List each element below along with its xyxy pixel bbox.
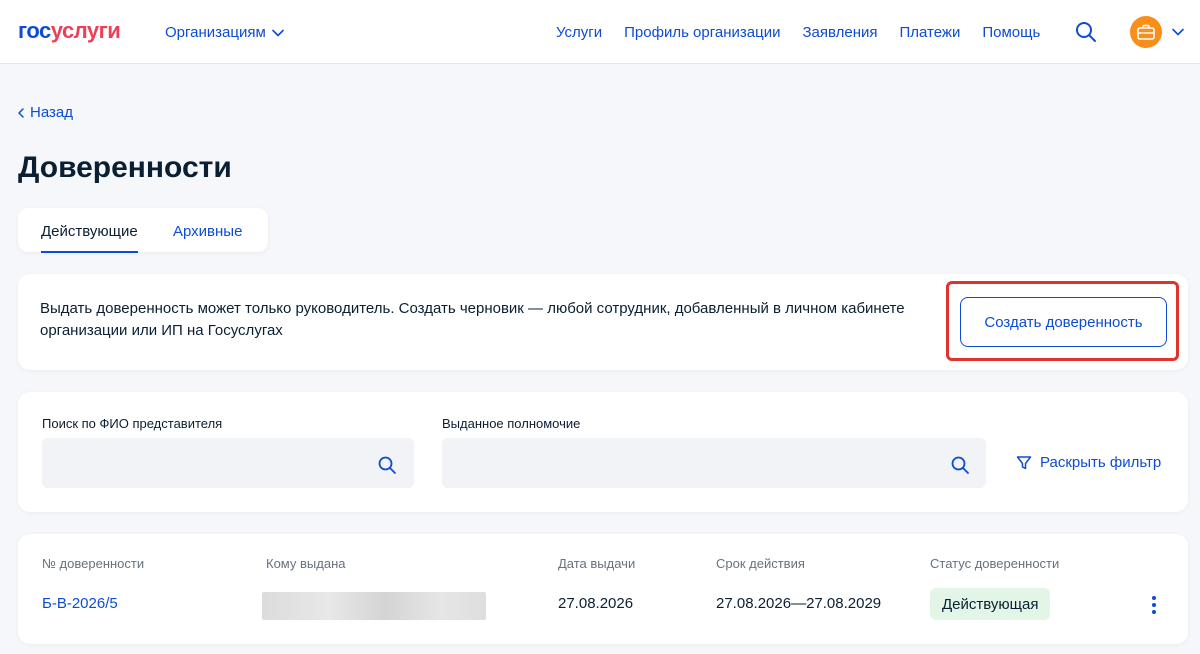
briefcase-icon bbox=[1137, 24, 1155, 40]
org-switch-dropdown[interactable]: Организациям bbox=[165, 24, 284, 41]
nav-services[interactable]: Услуги bbox=[556, 24, 602, 42]
row-issue-date: 27.08.2026 bbox=[558, 595, 634, 612]
nav-payments[interactable]: Платежи bbox=[900, 24, 961, 42]
authority-input[interactable] bbox=[442, 438, 986, 488]
filter-card: Поиск по ФИО представителя Выданное полн… bbox=[18, 392, 1188, 512]
search-icon[interactable] bbox=[1074, 20, 1098, 44]
name-search-label: Поиск по ФИО представителя bbox=[42, 416, 223, 431]
avatar[interactable] bbox=[1130, 16, 1162, 48]
column-header-status: Статус доверенности bbox=[930, 556, 1060, 571]
notice-text: Выдать доверенность может только руковод… bbox=[40, 300, 905, 339]
search-icon[interactable] bbox=[950, 455, 970, 475]
column-header-issued-to: Кому выдана bbox=[266, 556, 346, 571]
expand-filter-label: Раскрыть фильтр bbox=[1040, 454, 1162, 471]
name-search-input[interactable] bbox=[42, 438, 414, 488]
column-header-issue-date: Дата выдачи bbox=[558, 556, 636, 571]
top-bar: госуслуги Организациям Услуги Профиль ор… bbox=[0, 0, 1200, 64]
funnel-icon bbox=[1016, 455, 1032, 469]
column-header-validity: Срок действия bbox=[716, 556, 805, 571]
attorneys-table: № доверенности Кому выдана Дата выдачи С… bbox=[18, 534, 1188, 644]
row-validity: 27.08.2026—27.08.2029 bbox=[716, 595, 882, 612]
tab-archive[interactable]: Архивные bbox=[173, 223, 242, 240]
expand-filter-button[interactable]: Раскрыть фильтр bbox=[1016, 454, 1161, 471]
status-badge: Действующая bbox=[930, 588, 1051, 620]
page-title: Доверенности bbox=[18, 151, 232, 184]
back-label: Назад bbox=[30, 104, 73, 121]
authority-label: Выданное полномочие bbox=[442, 416, 581, 431]
search-icon[interactable] bbox=[377, 455, 397, 475]
kebab-menu-icon[interactable] bbox=[1144, 596, 1164, 616]
nav-help[interactable]: Помощь bbox=[982, 24, 1040, 42]
tab-active[interactable]: Действующие bbox=[41, 223, 138, 253]
tabs: Действующие Архивные bbox=[18, 208, 268, 253]
chevron-left-icon bbox=[18, 107, 24, 118]
nav-org-profile[interactable]: Профиль организации bbox=[624, 24, 780, 42]
nav-applications[interactable]: Заявления bbox=[802, 24, 877, 42]
redacted-recipient-name bbox=[262, 592, 486, 620]
main-nav: Услуги Профиль организации Заявления Пла… bbox=[556, 24, 1040, 42]
logo-part-gos: гос bbox=[18, 18, 51, 43]
chevron-down-icon bbox=[271, 29, 284, 36]
gosuslugi-logo[interactable]: госуслуги bbox=[18, 18, 121, 43]
back-link[interactable]: Назад bbox=[18, 104, 73, 121]
org-switch-label: Организациям bbox=[165, 24, 266, 41]
chevron-down-icon[interactable] bbox=[1172, 28, 1184, 36]
logo-part-uslugi: услуги bbox=[50, 18, 121, 43]
row-number-link[interactable]: Б-В-2026/5 bbox=[42, 594, 118, 614]
column-header-number: № доверенности bbox=[42, 556, 145, 571]
create-power-of-attorney-button[interactable]: Создать доверенность bbox=[960, 297, 1167, 347]
